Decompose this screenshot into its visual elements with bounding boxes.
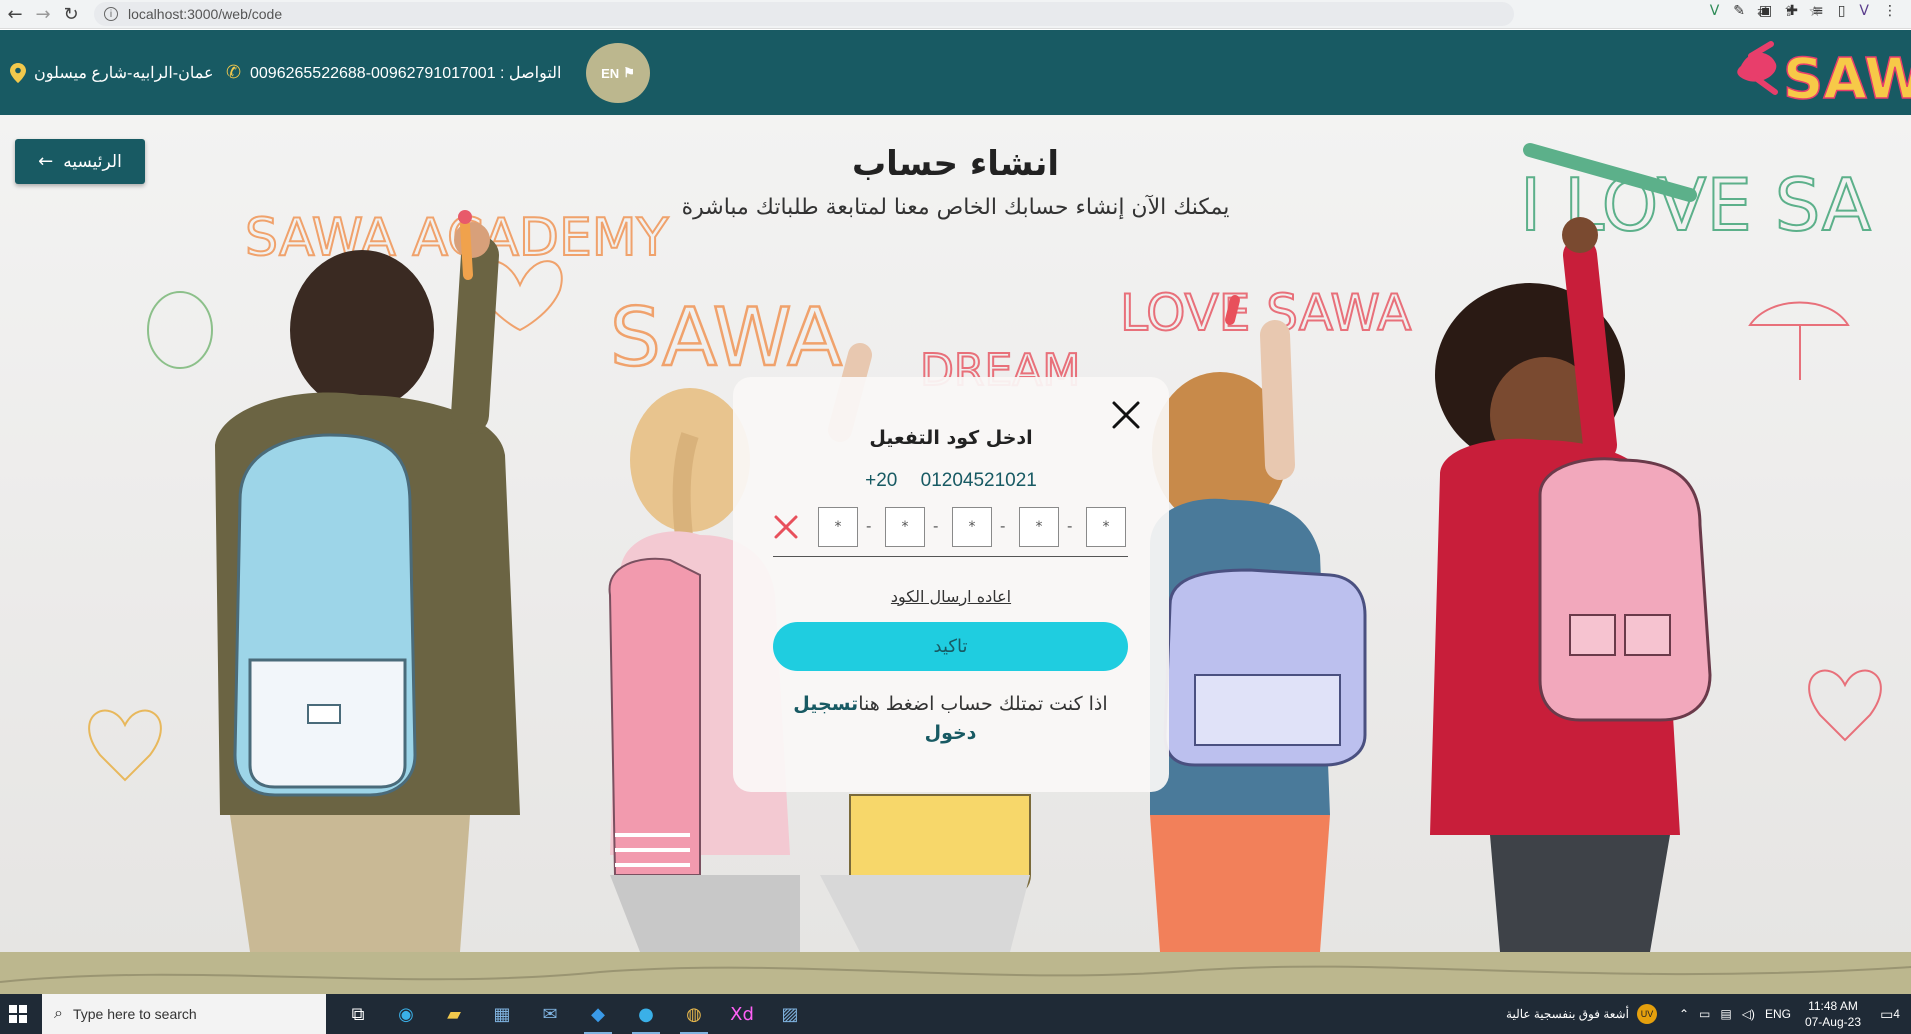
back-icon[interactable]: ← bbox=[2, 1, 28, 27]
address-bar[interactable]: i localhost:3000/web/code bbox=[94, 2, 1514, 26]
windows-start-icon[interactable] bbox=[2, 994, 34, 1034]
clock-time: 11:48 AM bbox=[1808, 999, 1858, 1013]
site-info-icon[interactable]: i bbox=[104, 7, 118, 21]
taskbar-search-input[interactable]: ⌕ Type here to search bbox=[42, 994, 326, 1034]
footer-strip bbox=[0, 952, 1911, 994]
network-icon[interactable]: ▤ bbox=[1720, 1007, 1731, 1021]
mail-icon[interactable]: ✉ bbox=[526, 994, 574, 1034]
url-text: localhost:3000/web/code bbox=[128, 6, 283, 22]
code-separator: - bbox=[866, 517, 872, 535]
phone-number: 01204521021 bbox=[920, 470, 1037, 491]
forward-icon[interactable]: → bbox=[30, 1, 56, 27]
app-blue-icon[interactable]: ● bbox=[622, 994, 670, 1034]
code-digit-5[interactable]: * bbox=[1086, 507, 1126, 547]
menu-icon[interactable]: ⋮ bbox=[1883, 3, 1897, 19]
notification-icon[interactable]: ▭ 4 bbox=[1875, 994, 1905, 1034]
chrome-icon[interactable]: ◍ bbox=[670, 994, 718, 1034]
adobe-xd-icon[interactable]: Xd bbox=[718, 994, 766, 1034]
side-panel-icon[interactable]: ▯ bbox=[1838, 3, 1846, 19]
language-label: EN bbox=[601, 65, 620, 81]
clear-code-icon[interactable] bbox=[773, 514, 799, 540]
code-digit-2[interactable]: * bbox=[885, 507, 925, 547]
login-prompt: اذا كنت تمتلك حساب اضغط هناتسجيل دخول bbox=[773, 690, 1128, 748]
meet-icon[interactable]: ▭ bbox=[1699, 1007, 1710, 1021]
puzzle-extensions-icon[interactable]: ✚ bbox=[1786, 3, 1798, 19]
browser-toolbar: ← → ↻ i localhost:3000/web/code ⇄ ⇪ ☆ V … bbox=[0, 0, 1911, 29]
off-extension-icon[interactable]: ▣ bbox=[1759, 3, 1772, 19]
store-icon[interactable]: ▦ bbox=[478, 994, 526, 1034]
code-digit-3[interactable]: * bbox=[952, 507, 992, 547]
weather-widget[interactable]: UV أشعة فوق بنفسجية عالية bbox=[1506, 1004, 1657, 1024]
code-separator: - bbox=[933, 517, 939, 535]
code-digit-4[interactable]: * bbox=[1019, 507, 1059, 547]
vue-extension-icon[interactable]: V bbox=[1710, 3, 1720, 19]
uv-badge: UV bbox=[1636, 1004, 1657, 1024]
page-title: انشاء حساب bbox=[851, 144, 1060, 184]
country-code: +20 bbox=[865, 470, 898, 491]
language-indicator[interactable]: ENG bbox=[1765, 1007, 1791, 1021]
sawa-logo[interactable]: SAWA bbox=[1731, 36, 1911, 110]
weather-text: أشعة فوق بنفسجية عالية bbox=[1506, 1007, 1629, 1021]
system-tray: UV أشعة فوق بنفسجية عالية ⌃ ▭ ▤ ◁) ENG 1… bbox=[1506, 994, 1911, 1034]
logo-text: SAWA bbox=[1783, 47, 1911, 110]
language-switch-button[interactable]: EN ⚑ bbox=[586, 43, 650, 103]
code-separator: - bbox=[1067, 517, 1073, 535]
windows-taskbar: ⌕ Type here to search ⧉ ◉ ▰ ▦ ✉ ◆ ● ◍ Xd… bbox=[0, 994, 1911, 1034]
profile-extension-icon[interactable]: V bbox=[1859, 3, 1869, 19]
phone-icon: ✆ bbox=[226, 62, 242, 83]
phone-number-display: +20 01204521021 bbox=[733, 470, 1169, 492]
login-prompt-text: اذا كنت تمتلك حساب اضغط هنا bbox=[858, 693, 1108, 715]
task-view-icon[interactable]: ⧉ bbox=[334, 994, 382, 1034]
code-input-row: * - * - * - * - * bbox=[773, 507, 1128, 557]
page-subtitle: يمكنك الآن إنشاء حسابك الخاص معنا لمتابع… bbox=[681, 195, 1230, 220]
reading-list-icon[interactable]: ≡ bbox=[1812, 3, 1824, 19]
clock-date: 07-Aug-23 bbox=[1804, 1015, 1861, 1029]
wall-text-sawa: SAWA bbox=[610, 291, 842, 384]
edit-extension-icon[interactable]: ✎ bbox=[1733, 3, 1745, 19]
site-header: عمان-الرابيه-شارع ميسلون ✆ التواصل : 009… bbox=[0, 30, 1911, 115]
clock[interactable]: 11:48 AM 07-Aug-23 bbox=[1805, 998, 1861, 1030]
hero-section: SAWA ACADEMY SAWA LOVE SAWA I LOVE SA DR… bbox=[0, 115, 1911, 952]
address-text: عمان-الرابيه-شارع ميسلون bbox=[34, 65, 214, 82]
vscode-icon[interactable]: ◆ bbox=[574, 994, 622, 1034]
search-placeholder: Type here to search bbox=[72, 1006, 197, 1022]
flag-icon: ⚑ bbox=[623, 65, 635, 80]
chevron-up-icon[interactable]: ⌃ bbox=[1679, 1007, 1689, 1021]
notification-count: 4 bbox=[1893, 1007, 1900, 1021]
search-icon: ⌕ bbox=[54, 1005, 63, 1022]
contact-phones: التواصل : 00962791017001-0096265522688 bbox=[250, 65, 562, 82]
modal-title: ادخل كود التفعيل bbox=[869, 427, 1033, 449]
activation-code-modal: ادخل كود التفعيل +20 01204521021 * - * -… bbox=[733, 377, 1169, 792]
edge-icon[interactable]: ◉ bbox=[382, 994, 430, 1034]
confirm-button[interactable]: تاكيد bbox=[773, 622, 1128, 671]
resend-code-link[interactable]: اعاده ارسال الكود bbox=[733, 587, 1169, 606]
location-pin-icon bbox=[10, 63, 26, 83]
volume-icon[interactable]: ◁) bbox=[1742, 1007, 1755, 1021]
code-separator: - bbox=[1000, 517, 1006, 535]
code-digit-1[interactable]: * bbox=[818, 507, 858, 547]
reload-icon[interactable]: ↻ bbox=[58, 1, 84, 27]
photos-icon[interactable]: ▨ bbox=[766, 994, 814, 1034]
file-explorer-icon[interactable]: ▰ bbox=[430, 994, 478, 1034]
